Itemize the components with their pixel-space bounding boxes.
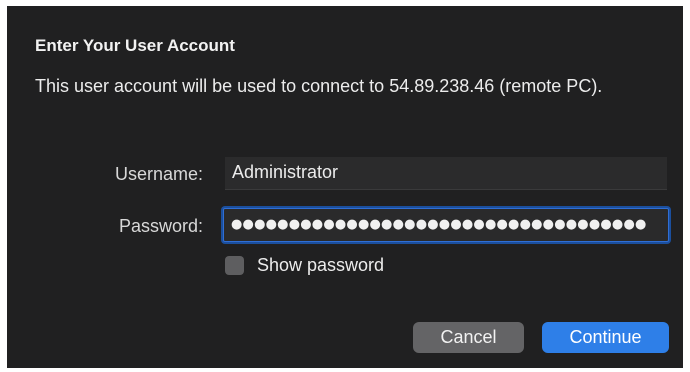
password-label: Password: [118, 216, 203, 236]
dialog-message: This user account will be used to connec… [35, 76, 603, 96]
cancel-button[interactable]: Cancel [413, 322, 524, 353]
username-field[interactable]: Administrator [225, 157, 667, 190]
continue-button[interactable]: Continue [542, 322, 669, 353]
show-password-label[interactable]: Show password [257, 255, 384, 276]
password-field[interactable]: ●●●●●●●●●●●●●●●●●●●●●●●●●●●●●●●●●●●● [223, 208, 669, 242]
user-account-dialog: Enter Your User Account This user accoun… [7, 6, 683, 368]
username-label: Username: [114, 164, 203, 184]
dialog-title: Enter Your User Account [35, 36, 235, 55]
show-password-checkbox[interactable] [225, 256, 244, 275]
